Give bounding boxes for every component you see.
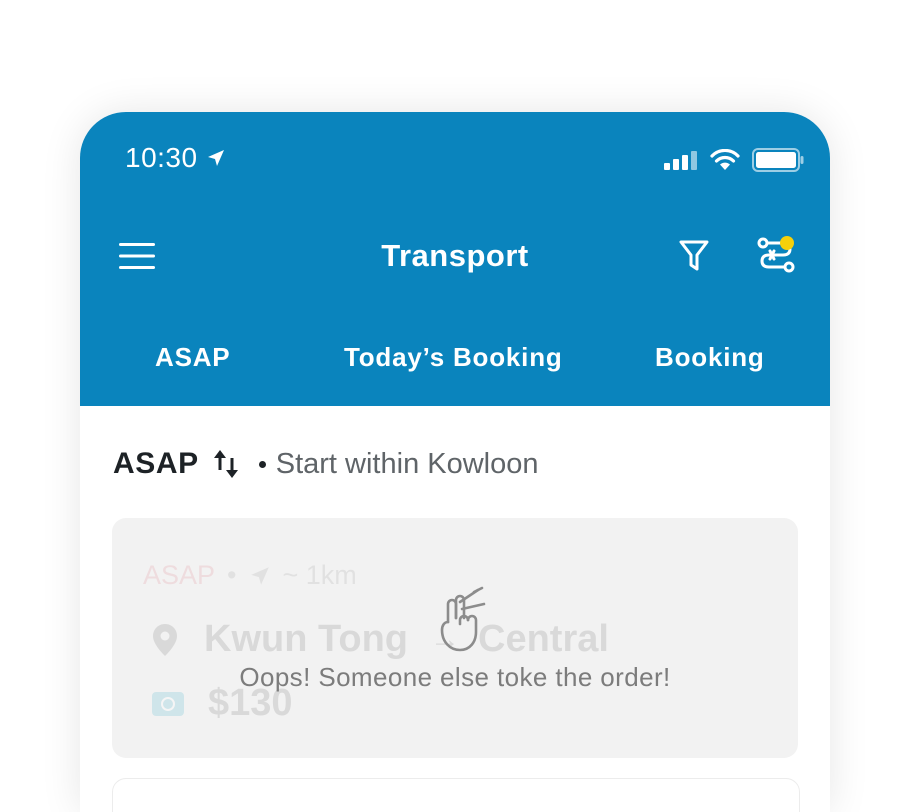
- crossed-fingers-icon: [440, 586, 486, 652]
- order-taken-message: Oops! Someone else toke the order!: [239, 662, 671, 692]
- order-route: Kwun Tong → Central: [152, 618, 609, 661]
- tab-todays-booking[interactable]: Today’s Booking: [344, 342, 563, 373]
- separator-dot: [258, 460, 266, 468]
- tab-booking[interactable]: Booking: [655, 342, 765, 373]
- order-to: Central: [478, 618, 609, 660]
- sort-row: ASAP Start within Kowloon: [113, 446, 539, 482]
- sort-label: ASAP: [113, 447, 199, 480]
- tab-asap[interactable]: ASAP: [155, 342, 230, 373]
- order-card[interactable]: ASAP • ~ 1km Kwun Tong → Central $130 Oo…: [112, 518, 798, 758]
- order-tag-row: ASAP • ~ 1km: [143, 560, 357, 591]
- notification-dot: [780, 236, 794, 250]
- next-order-card[interactable]: [112, 778, 800, 812]
- sort-subtitle: Start within Kowloon: [275, 447, 539, 480]
- filter-button[interactable]: [678, 238, 710, 274]
- sort-arrows-icon[interactable]: [211, 446, 243, 482]
- filter-icon: [679, 240, 709, 271]
- status-icons: [664, 148, 804, 172]
- cash-icon: [152, 691, 184, 716]
- phone-screen: 10:30 Transport ASAP Today’s Booking Boo…: [80, 112, 830, 812]
- app-header: 10:30 Transport ASAP Today’s Booking Boo…: [80, 112, 830, 406]
- location-pin-icon: [153, 623, 177, 656]
- order-from: Kwun Tong: [204, 618, 409, 660]
- location-arrow-icon: [207, 150, 224, 166]
- cellular-signal-icon: [664, 151, 697, 170]
- page-title: Transport: [381, 238, 529, 273]
- battery-icon: [752, 148, 804, 172]
- wifi-icon: [710, 149, 740, 170]
- order-distance: ~ 1km: [282, 560, 357, 590]
- separator-dot: •: [227, 560, 237, 590]
- navigation-arrow-icon: [250, 566, 269, 585]
- order-tag: ASAP: [143, 560, 216, 590]
- status-time: 10:30: [125, 142, 226, 174]
